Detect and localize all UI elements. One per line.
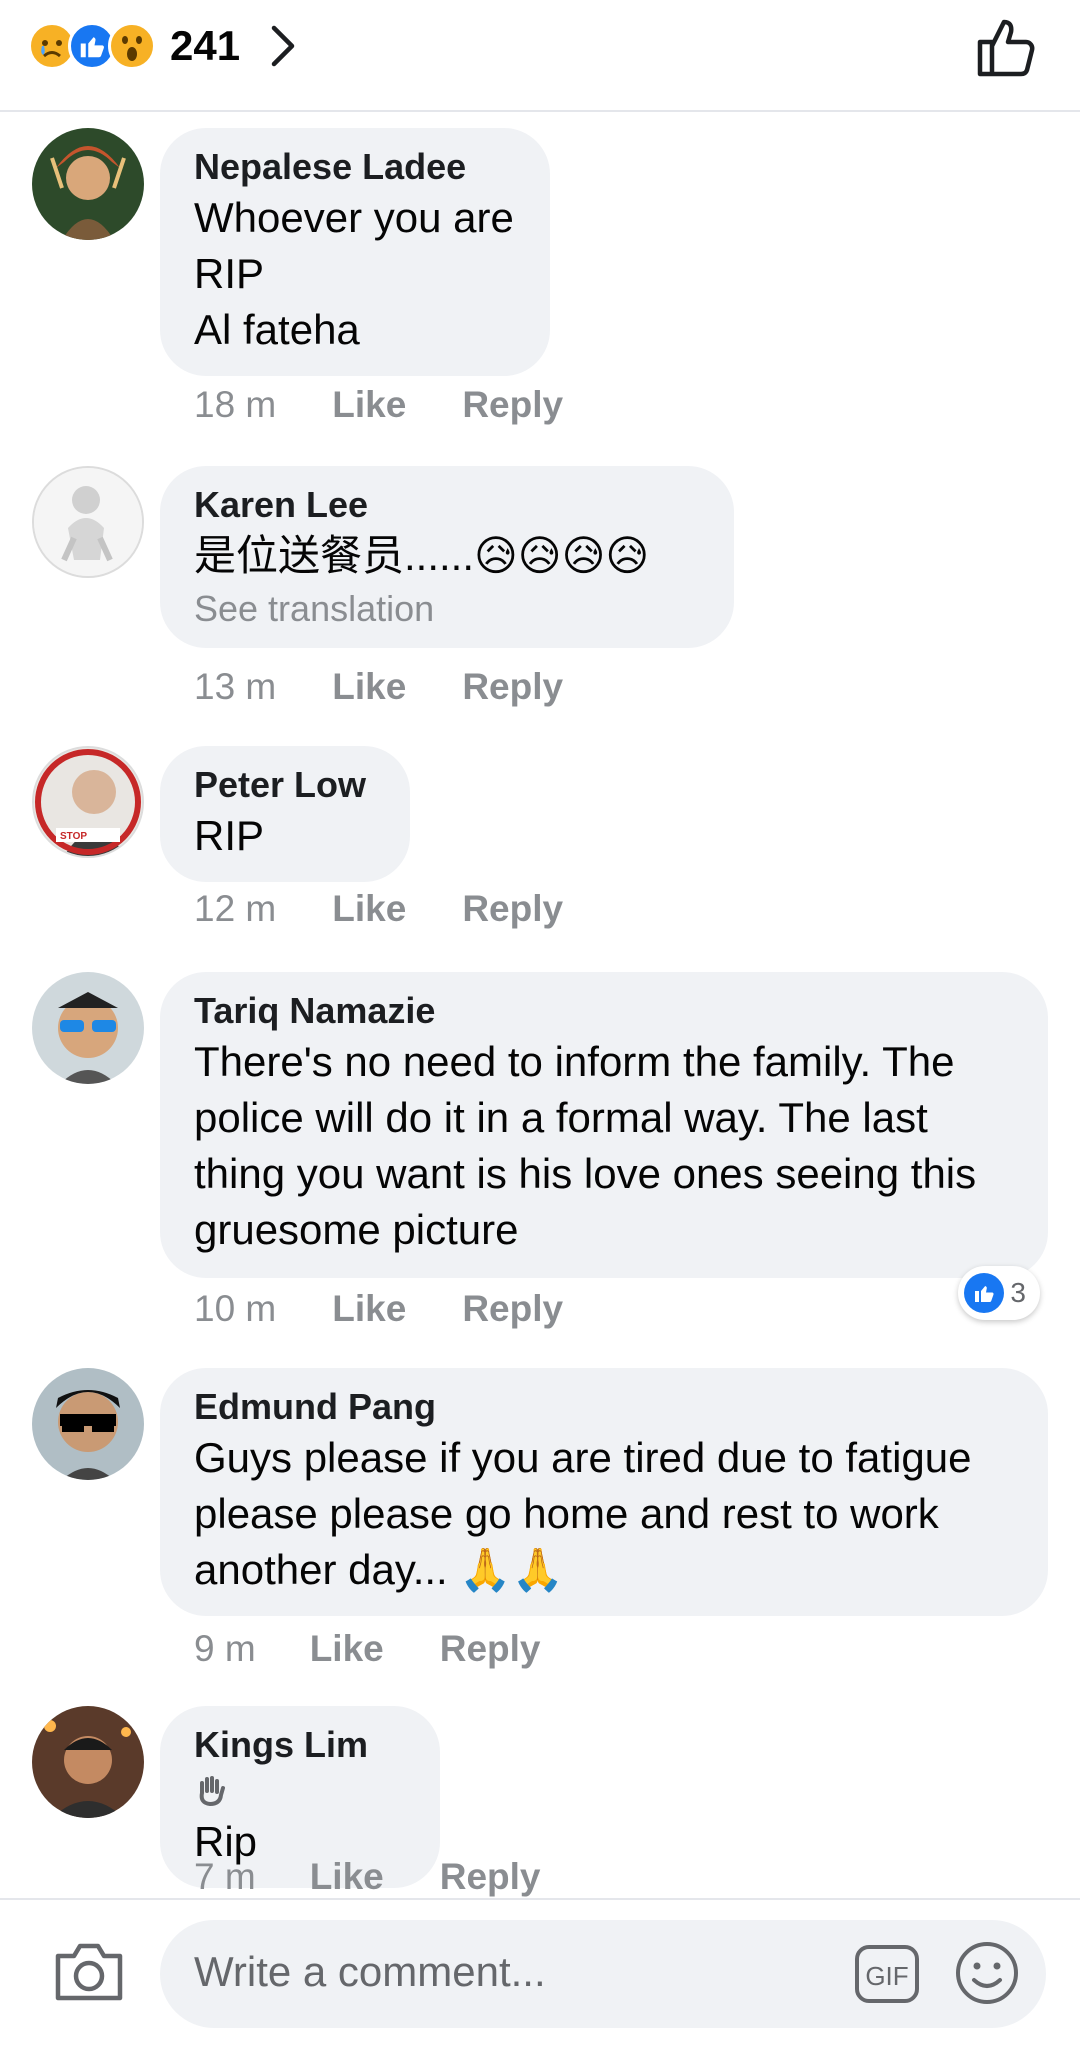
see-translation-link[interactable]: See translation <box>194 584 700 634</box>
avatar[interactable] <box>32 128 144 240</box>
svg-text:STOP: STOP <box>60 831 87 842</box>
avatar[interactable] <box>32 972 144 1084</box>
comment-actions: 12 m Like Reply <box>194 888 563 930</box>
like-link[interactable]: Like <box>310 1856 384 1898</box>
author-name[interactable]: Kings Lim <box>194 1722 406 1814</box>
comment-actions: 7 m Like Reply <box>194 1856 541 1898</box>
camera-icon[interactable] <box>54 1940 124 2002</box>
comment-bubble[interactable]: Peter Low RIP <box>160 746 410 882</box>
reply-link[interactable]: Reply <box>462 888 563 930</box>
gif-label: GIF <box>865 1961 908 1991</box>
like-link[interactable]: Like <box>332 384 406 426</box>
timestamp: 18 m <box>194 384 277 425</box>
timestamp: 12 m <box>194 888 277 929</box>
reply-link[interactable]: Reply <box>462 384 563 426</box>
comment-actions: 13 m Like Reply <box>194 666 563 708</box>
chevron-right-icon <box>271 25 295 67</box>
comment-reaction-badge[interactable]: 3 <box>958 1266 1040 1320</box>
reaction-count: 241 <box>170 22 241 69</box>
comment-text: There's no need to inform the family. Th… <box>194 1038 977 1253</box>
comment-actions: 10 m Like Reply <box>194 1288 563 1330</box>
avatar[interactable] <box>32 1706 144 1818</box>
comment-reaction-count: 3 <box>1010 1277 1026 1308</box>
author-name[interactable]: Tariq Namazie <box>194 988 1014 1034</box>
avatar[interactable] <box>32 466 144 578</box>
author-name[interactable]: Nepalese Ladee <box>194 144 516 190</box>
wow-reaction-icon <box>108 22 156 70</box>
reactions-bar: 241 <box>0 0 1080 112</box>
reply-link[interactable]: Reply <box>462 1288 563 1330</box>
like-link[interactable]: Like <box>332 1288 406 1330</box>
comment-actions: 18 m Like Reply <box>194 384 563 426</box>
author-name[interactable]: Edmund Pang <box>194 1384 1014 1430</box>
timestamp: 9 m <box>194 1628 256 1669</box>
avatar[interactable]: STOP <box>32 746 144 858</box>
author-name[interactable]: Karen Lee <box>194 482 700 528</box>
like-link[interactable]: Like <box>310 1628 384 1670</box>
reaction-summary[interactable]: 241 <box>28 22 300 70</box>
timestamp: 13 m <box>194 666 277 707</box>
thumbs-up-icon[interactable] <box>976 16 1036 78</box>
comment-composer: Write a comment... GIF <box>0 1898 1080 2047</box>
reply-link[interactable]: Reply <box>462 666 563 708</box>
reply-link[interactable]: Reply <box>440 1628 541 1670</box>
timestamp: 7 m <box>194 1856 256 1897</box>
comment-placeholder: Write a comment... <box>194 1948 546 1995</box>
like-link[interactable]: Like <box>332 888 406 930</box>
reply-link[interactable]: Reply <box>440 1856 541 1898</box>
comment-text: Guys please if you are tired due to fati… <box>194 1434 972 1593</box>
comment-bubble[interactable]: Karen Lee 是位送餐员......😥😥😥😥 See translatio… <box>160 466 734 648</box>
comment-text: RIP <box>194 812 265 859</box>
waving-hand-icon <box>199 1776 225 1807</box>
comment-text: 是位送餐员......😥😥😥😥 <box>194 532 650 579</box>
like-reaction-icon <box>964 1273 1005 1313</box>
comment-input[interactable]: Write a comment... GIF <box>160 1920 1046 2028</box>
like-link[interactable]: Like <box>332 666 406 708</box>
gif-icon[interactable]: GIF <box>854 1944 920 2004</box>
comment-actions: 9 m Like Reply <box>194 1628 541 1670</box>
comment-bubble[interactable]: Nepalese Ladee Whoever you are RIP Al fa… <box>160 128 550 376</box>
comment-text: Whoever you are RIP Al fateha <box>194 194 514 353</box>
timestamp: 10 m <box>194 1288 277 1329</box>
emoji-icon[interactable] <box>954 1940 1020 2006</box>
comment-bubble[interactable]: Edmund Pang Guys please if you are tired… <box>160 1368 1048 1616</box>
comment-bubble[interactable]: Tariq Namazie There's no need to inform … <box>160 972 1048 1278</box>
avatar[interactable] <box>32 1368 144 1480</box>
author-name[interactable]: Peter Low <box>194 762 376 808</box>
